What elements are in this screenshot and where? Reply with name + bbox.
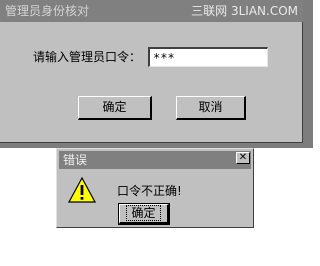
verify-admin-window: 管理员身份核对 三联网 3LIAN.COM 请输入管理员口令： *** 确定 取… bbox=[0, 0, 303, 143]
cancel-button[interactable]: 取消 bbox=[176, 96, 246, 120]
ok-button[interactable]: 确定 bbox=[78, 96, 152, 120]
password-prompt-label: 请输入管理员口令： bbox=[33, 50, 142, 64]
password-input[interactable]: *** bbox=[148, 47, 268, 67]
dialog-title: 错误 bbox=[63, 153, 88, 167]
error-dialog: 错误 ✕ 口令不正确! 确定 bbox=[56, 148, 254, 228]
dialog-ok-button[interactable]: 确定 bbox=[118, 203, 170, 225]
window-title: 管理员身份核对 bbox=[5, 4, 90, 18]
cancel-button-label: 取消 bbox=[198, 100, 223, 114]
watermark-text: 三联网 3LIAN.COM bbox=[191, 4, 298, 18]
close-icon[interactable]: ✕ bbox=[236, 152, 250, 164]
error-message: 口令不正确! bbox=[117, 184, 182, 198]
dialog-ok-label: 确定 bbox=[126, 205, 161, 221]
dialog-titlebar[interactable]: 错误 bbox=[59, 151, 251, 169]
ok-button-label: 确定 bbox=[102, 100, 127, 114]
warning-icon bbox=[68, 177, 96, 203]
